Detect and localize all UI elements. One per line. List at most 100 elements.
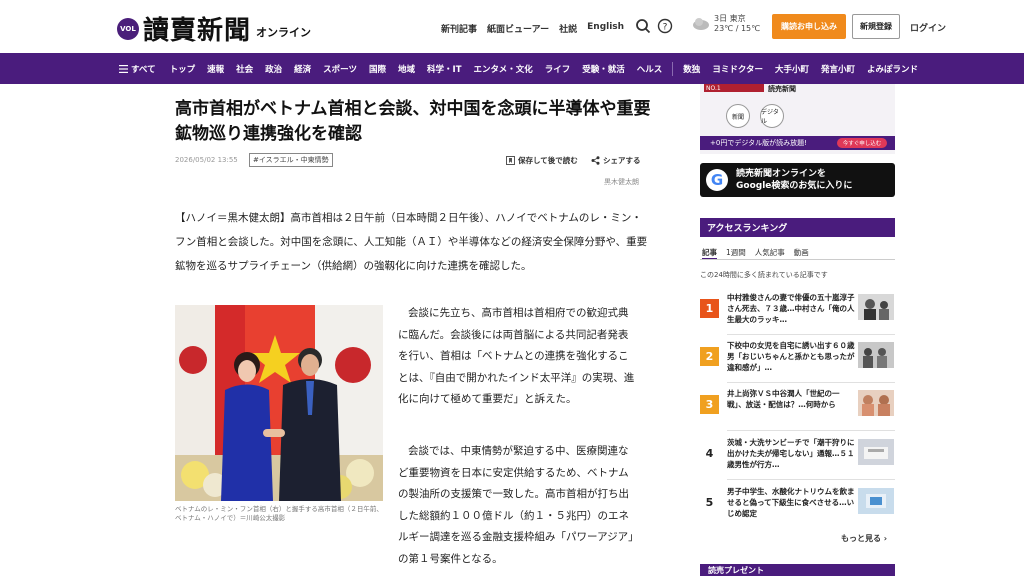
svg-text:?: ? — [663, 23, 668, 33]
nav-item-secondary[interactable]: 数独 — [683, 63, 700, 75]
ranking-thumbnail — [858, 439, 894, 465]
nav-item[interactable]: 政治 — [265, 63, 282, 75]
nav-item[interactable]: 受験・就活 — [582, 63, 625, 75]
nav-item[interactable]: エンタメ・文化 — [474, 63, 533, 75]
article-headline: 高市首相がベトナム首相と会談、対中国を念頭に半導体や重要鉱物巡り連携強化を確認 — [175, 99, 651, 144]
ranking-headline: 中村雅俊さんの妻で俳優の五十嵐淳子さん死去、７３歳…中村さん「俺の人生最大のラッ… — [727, 293, 855, 324]
rank-number: 3 — [700, 395, 719, 414]
nav-item[interactable]: 速報 — [207, 63, 224, 75]
article-lede: 【ハノイ＝黒木健太朗】高市首相は２日午前（日本時間２日午後）、ハノイでベトナムの… — [175, 212, 648, 272]
photo-caption: ベトナムのレ・ミン・フン首相（右）と握手する高市首相（２日午前、ベトナム・ハノイ… — [175, 505, 383, 522]
article-photo[interactable] — [175, 305, 383, 501]
nav-menu-all[interactable]: すべて — [119, 63, 156, 75]
bookmark-icon — [506, 156, 515, 165]
logo-text: 讀賣新聞 — [143, 16, 252, 46]
cloud-icon — [693, 18, 709, 30]
nav-item-secondary[interactable]: よみぽランド — [867, 63, 918, 75]
top-link[interactable]: 紙面ビューアー — [487, 22, 549, 35]
ad-strip: +0円でデジタル版が読み放題! 今すぐ申し込む — [700, 136, 895, 150]
weather-temps: 23℃ / 15℃ — [714, 24, 761, 33]
nav-item[interactable]: ライフ — [545, 63, 571, 75]
rank-number: 4 — [705, 447, 714, 460]
google-icon: G — [706, 169, 728, 191]
article-paragraph: 会談に先立ち、高市首相は首相府での歓迎式典に臨んだ。会談後には両首脳による共同記… — [398, 307, 635, 405]
article-date: 2026/05/02 13:55 — [175, 156, 238, 164]
ranking-item[interactable]: 1 中村雅俊さんの妻で俳優の五十嵐淳子さん死去、７３歳…中村さん「俺の人生最大の… — [700, 292, 895, 334]
ranking-thumbnail — [858, 294, 894, 320]
ranking-headline: 茨城・大洗サンビーチで「潮干狩りに出かけた夫が帰宅しない」通報…５１歳男性が行方… — [727, 438, 855, 469]
rank-number: 5 — [705, 496, 714, 509]
ad-apply-button[interactable]: 今すぐ申し込む — [837, 138, 887, 148]
site-header: VOL 讀賣新聞 オンライン 新刊記事 紙面ビューアー 社説 English ?… — [0, 0, 1024, 53]
ranking-title: アクセスランキング — [700, 218, 895, 237]
ranking-thumbnail — [858, 390, 894, 416]
nav-item-secondary[interactable]: ヨミドクター — [712, 63, 763, 75]
divider — [700, 259, 895, 260]
nav-divider — [672, 61, 674, 76]
ranking-thumbnail — [858, 342, 894, 368]
nav-item[interactable]: 経済 — [294, 63, 311, 75]
rank-number: 1 — [700, 299, 719, 318]
divider — [727, 479, 895, 480]
search-icon[interactable] — [635, 18, 651, 34]
ad-circle: 新聞 — [726, 104, 750, 128]
nav-item-secondary[interactable]: 発言小町 — [821, 63, 855, 75]
divider — [727, 334, 895, 335]
top-links: 新刊記事 紙面ビューアー 社説 English — [441, 22, 624, 35]
google-line2: Google検索のお気に入りに — [736, 181, 853, 191]
nav-item[interactable]: 地域 — [398, 63, 415, 75]
top-link[interactable]: 新刊記事 — [441, 22, 477, 35]
nav-item[interactable]: トップ — [170, 63, 196, 75]
nav-item-secondary[interactable]: 大手小町 — [775, 63, 809, 75]
nav-menu-label: すべて — [131, 64, 156, 75]
share-label: シェアする — [603, 156, 641, 165]
share-button[interactable]: シェアする — [591, 155, 641, 166]
sidebar-section-title: 読売プレゼント — [700, 564, 895, 576]
hamburger-icon — [119, 64, 128, 73]
ranking-note: この24時間に多く読まれている記事です — [700, 271, 828, 279]
article-paragraph: 会談では、中東情勢が緊迫する中、医療関連など重要物資を日本に安定供給するため、ベ… — [398, 445, 634, 565]
ad-banner: NO.1 — [704, 84, 764, 92]
login-link[interactable]: ログイン — [910, 21, 946, 34]
nav-item[interactable]: 科学・IT — [427, 63, 461, 75]
subscribe-button[interactable]: 購読お申し込み — [772, 14, 846, 39]
ad-strip-text: +0円でデジタル版が読み放題! — [710, 139, 807, 147]
ranking-headline: 井上尚弥ＶＳ中谷潤人「世紀の一戦」、放送・配信は？…何時から — [727, 389, 840, 409]
weather-widget[interactable]: 3日 東京 23℃ / 15℃ — [692, 14, 760, 34]
ranking-item[interactable]: 4 茨城・大洗サンビーチで「潮干狩りに出かけた夫が帰宅しない」通報…５１歳男性が… — [700, 437, 895, 479]
ranking-headline: 下校中の女児を自宅に誘い出す６０歳男「おじいちゃんと孫かとも思ったが違和感が」… — [727, 341, 855, 372]
rank-number: 2 — [700, 347, 719, 366]
weather-day: 3日 — [714, 14, 728, 23]
help-icon[interactable]: ? — [657, 18, 673, 34]
ranking-item[interactable]: 5 男子中学生、水酸化ナトリウムを飲ませると偽って下級生に食べさせる…いじめ認定 — [700, 486, 895, 528]
top-link[interactable]: English — [587, 22, 624, 35]
ad-title: 読売新聞 — [768, 85, 796, 93]
ranking-item[interactable]: 3 井上尚弥ＶＳ中谷潤人「世紀の一戦」、放送・配信は？…何時から — [700, 388, 895, 430]
article-tag[interactable]: #イスラエル・中東情勢 — [249, 153, 333, 167]
nav-item[interactable]: ヘルス — [637, 63, 663, 75]
share-icon — [591, 156, 600, 165]
ad-circle: デジタル — [760, 104, 784, 128]
nav-item[interactable]: 社会 — [236, 63, 253, 75]
nav-item[interactable]: 国際 — [369, 63, 386, 75]
save-label: 保存して後で読む — [518, 156, 578, 165]
site-logo[interactable]: VOL 讀賣新聞 オンライン — [117, 10, 311, 47]
sidebar-ad[interactable]: NO.1 読売新聞 新聞 デジタル +0円でデジタル版が読み放題! 今すぐ申し込… — [700, 84, 895, 154]
article-byline: 黒木健太朗 — [604, 178, 639, 186]
register-button[interactable]: 新規登録 — [852, 14, 900, 39]
logo-sub: オンライン — [256, 25, 312, 39]
logo-badge: VOL — [117, 17, 139, 40]
ranking-more-link[interactable]: もっと見る › — [841, 533, 887, 544]
nav-item[interactable]: スポーツ — [323, 63, 357, 75]
top-link[interactable]: 社説 — [559, 22, 577, 35]
google-line1: 読売新聞オンラインを — [736, 169, 827, 179]
ranking-item[interactable]: 2 下校中の女児を自宅に誘い出す６０歳男「おじいちゃんと孫かとも思ったが違和感が… — [700, 340, 895, 382]
weather-city: 東京 — [729, 14, 746, 23]
divider — [727, 430, 895, 431]
google-favorite-banner[interactable]: G 読売新聞オンラインを Google検索のお気に入りに — [700, 163, 895, 197]
page: VOL 讀賣新聞 オンライン 新刊記事 紙面ビューアー 社説 English ?… — [0, 0, 1024, 576]
ranking-headline: 男子中学生、水酸化ナトリウムを飲ませると偽って下級生に食べさせる…いじめ認定 — [727, 487, 855, 518]
divider — [727, 382, 895, 383]
more-label: もっと見る — [841, 534, 881, 543]
save-for-later-button[interactable]: 保存して後で読む — [506, 155, 578, 166]
